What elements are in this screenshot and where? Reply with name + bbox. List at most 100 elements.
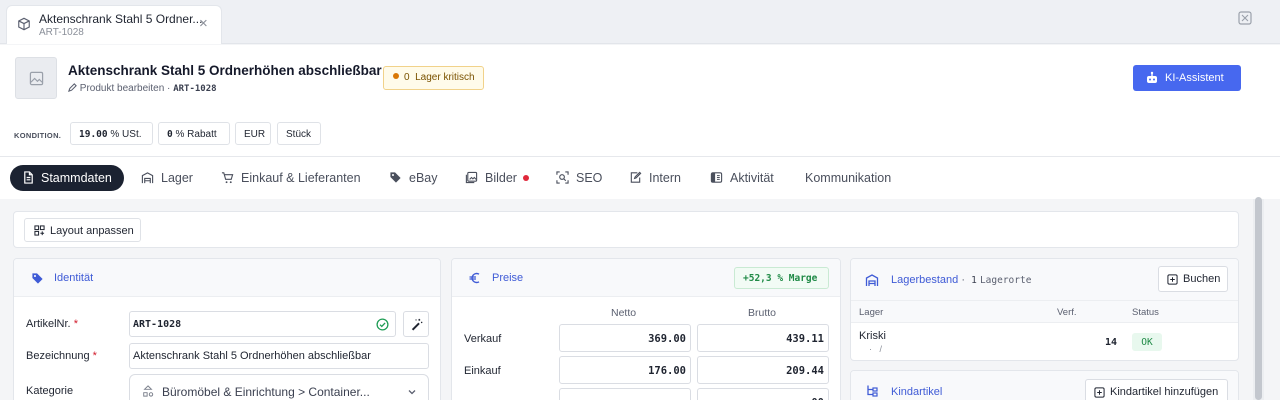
tab-aktivitaet[interactable]: Aktivität [710,165,774,191]
article-number: ART-1028 [173,84,217,94]
column-status: Status [1132,307,1159,318]
kategorie-select[interactable]: Büromöbel & Einrichtung > Container... [129,374,429,400]
identity-card: Identität ArtikelNr. * ART-1028 Bezeichn… [13,258,441,400]
layout-grid-icon [34,225,45,236]
euro-icon [469,272,480,284]
stock-label: Lager kritisch [415,72,475,83]
ai-button-label: KI-Assistent [1165,72,1224,84]
document-tab-subtitle: ART-1028 [39,27,84,38]
stock-card: Lagerbestand · 1 Lagerorte Buchen Lager … [850,258,1239,361]
tab-label: Einkauf & Lieferanten [241,171,361,185]
purchase-gross-input[interactable]: 209.44 [697,356,829,384]
robot-icon [1147,71,1157,83]
identity-card-header: Identität [14,259,440,297]
location-count-label: Lagerorte [979,275,1032,286]
tab-kommunikation[interactable]: Kommunikation [805,165,891,191]
chevron-down-icon [408,390,416,395]
bezeichnung-label: Bezeichnung * [26,350,97,362]
window-tab-strip: Aktenschrank Stahl 5 Ordner... ART-1028 … [0,0,1280,44]
vat-value: 19.00 [79,129,108,140]
artikelnr-input[interactable]: ART-1028 [129,311,396,337]
product-thumbnail[interactable] [15,57,57,99]
unit-chip[interactable]: Stück [277,122,321,145]
discount-value: 0 [167,129,173,140]
child-articles-header: Kindartikel Kindartikel hinzufügen [851,371,1238,400]
stock-title: Lagerbestand [891,274,959,286]
layout-toolbar: Layout anpassen [13,211,1239,248]
window-collapse-icon[interactable] [1238,11,1252,25]
plus-square-icon [1167,274,1178,285]
book-button[interactable]: Buchen [1158,266,1228,292]
scrollbar-thumb[interactable] [1255,197,1262,400]
tab-label: Stammdaten [41,171,112,185]
page-title: Aktenschrank Stahl 5 Ordnerhöhen abschli… [68,63,382,78]
vat-chip[interactable]: 19.00 % USt. [70,122,153,145]
brutto-header: Brutto [748,307,777,319]
warehouse-icon [141,172,154,184]
edit-label: Produkt bearbeiten · [79,83,171,94]
stock-card-header: Lagerbestand · 1 Lagerorte Buchen [851,259,1238,301]
extra-gross-input[interactable]: ...00 [697,388,829,400]
notification-dot [522,175,529,181]
artikelnr-value: ART-1028 [133,319,182,330]
required-marker: * [92,350,97,362]
tab-stammdaten[interactable]: Stammdaten [10,165,124,191]
kondition-label: KONDITION. [14,131,62,140]
book-button-label: Buchen [1183,273,1221,285]
vat-unit: % USt. [110,129,142,140]
plus-square-icon [1094,387,1105,398]
bezeichnung-input[interactable]: Aktenschrank Stahl 5 Ordnerhöhen abschli… [129,343,429,369]
magic-wand-icon [411,318,423,331]
extra-net-input[interactable] [559,388,691,400]
images-icon [465,171,478,184]
discount-unit: % Rabatt [175,129,217,140]
tab-einkauf[interactable]: Einkauf & Lieferanten [221,165,361,191]
child-articles-card: Kindartikel Kindartikel hinzufügen [850,370,1239,400]
prices-card-header: Preise +52,3 % Marge [452,259,840,297]
check-circle-icon [376,318,389,331]
prices-card: Preise +52,3 % Marge Netto Brutto Verkau… [451,258,841,400]
tab-label: Aktivität [730,171,774,185]
box-icon [18,17,30,31]
tab-label: Bilder [485,171,517,185]
discount-chip[interactable]: 0 % Rabatt [158,122,230,145]
stock-table-header: Lager Verf. Status [851,301,1238,323]
tab-ebay[interactable]: eBay [389,165,438,191]
document-tab-title: Aktenschrank Stahl 5 Ordner... [39,12,203,26]
table-row[interactable]: Kriski · / 14 OK [851,324,1238,360]
sale-gross-input[interactable]: 439.11 [697,324,829,352]
tab-bilder[interactable]: Bilder [465,165,529,191]
close-icon[interactable]: × [199,15,208,32]
verkauf-label: Verkauf [464,333,502,345]
column-lager: Lager [859,307,884,318]
separator: · [961,274,966,286]
tab-label: Lager [161,171,193,185]
identity-title: Identität [54,272,94,284]
tab-intern[interactable]: Intern [629,165,681,191]
status-badge: OK [1132,333,1162,351]
currency-label: EUR [244,129,266,140]
child-articles-title: Kindartikel [891,386,943,398]
stock-title-row: Lagerbestand · 1 Lagerorte [891,274,1031,286]
generate-number-button[interactable] [403,311,429,337]
field-label: Bezeichnung [26,350,90,362]
layout-customize-button[interactable]: Layout anpassen [24,218,141,242]
layout-button-label: Layout anpassen [50,225,134,237]
status-dot-icon [393,73,399,79]
kategorie-value: Büromöbel & Einrichtung > Container... [162,385,370,399]
sale-net-input[interactable]: 369.00 [559,324,691,352]
purchase-net-input[interactable]: 176.00 [559,356,691,384]
tab-label: Kommunikation [805,171,892,185]
prices-title: Preise [492,272,524,284]
add-child-article-button[interactable]: Kindartikel hinzufügen [1085,379,1228,400]
ai-assistant-button[interactable]: KI-Assistent [1133,65,1241,91]
stock-critical-badge: 0 Lager kritisch [383,66,484,90]
einkauf-label: Einkauf [464,365,501,377]
currency-chip[interactable]: EUR [235,122,271,145]
document-tab[interactable]: Aktenschrank Stahl 5 Ordner... ART-1028 … [6,5,222,44]
hierarchy-icon [867,385,878,397]
required-marker: * [73,318,78,330]
tab-seo[interactable]: SEO [556,165,602,191]
stock-location-sub: · / [869,344,882,354]
tab-lager[interactable]: Lager [141,165,193,191]
